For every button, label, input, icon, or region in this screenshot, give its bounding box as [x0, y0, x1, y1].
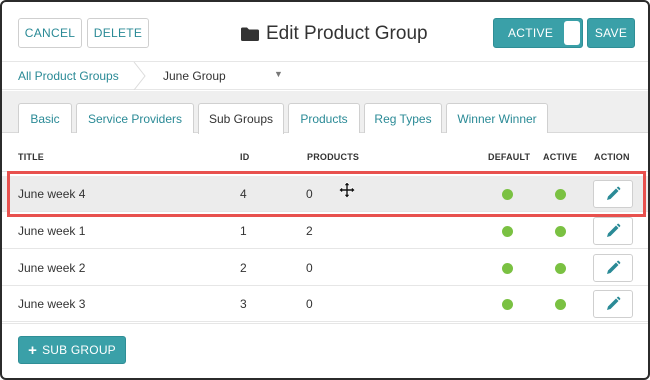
tab-reg-types[interactable]: Reg Types [364, 103, 442, 133]
table-row[interactable]: June week 1 1 2 [2, 213, 648, 249]
folder-icon [240, 26, 260, 42]
active-status-dot [555, 189, 566, 200]
row-id: 2 [240, 261, 247, 275]
header-bar: CANCEL DELETE Edit Product Group ACTIVE … [2, 2, 648, 62]
column-default: DEFAULT [488, 152, 531, 162]
active-toggle[interactable]: ACTIVE [493, 18, 583, 48]
pencil-icon [607, 260, 621, 274]
chevron-down-icon[interactable]: ▼ [274, 69, 283, 79]
row-products: 0 [306, 187, 313, 201]
default-status-dot [502, 226, 513, 237]
active-status-dot [555, 226, 566, 237]
row-title: June week 1 [18, 224, 86, 238]
tab-service-providers[interactable]: Service Providers [76, 103, 194, 133]
move-cursor-icon [338, 181, 356, 199]
default-status-dot [502, 263, 513, 274]
breadcrumb: All Product Groups June Group ▼ [2, 61, 648, 91]
row-title: June week 3 [18, 297, 86, 311]
save-button[interactable]: SAVE [587, 18, 635, 48]
default-status-dot [502, 299, 513, 310]
toggle-knob [564, 21, 580, 45]
default-status-dot [502, 189, 513, 200]
tab-winner-winner[interactable]: Winner Winner [446, 103, 548, 133]
table-row[interactable]: June week 3 3 0 [2, 286, 648, 322]
edit-button[interactable] [593, 217, 633, 245]
row-products: 0 [306, 261, 313, 275]
column-id: ID [240, 152, 250, 162]
tab-basic[interactable]: Basic [18, 103, 72, 133]
pencil-icon [607, 186, 621, 200]
active-status-dot [555, 299, 566, 310]
table-row[interactable]: June week 4 4 0 [2, 176, 648, 212]
breadcrumb-all-product-groups[interactable]: All Product Groups [18, 69, 119, 83]
page-title: Edit Product Group [266, 23, 428, 44]
column-active: ACTIVE [543, 152, 578, 162]
edit-button[interactable] [593, 290, 633, 318]
active-toggle-label: ACTIVE [508, 26, 554, 40]
active-status-dot [555, 263, 566, 274]
column-title: TITLE [18, 152, 44, 162]
row-id: 1 [240, 224, 247, 238]
pencil-icon [607, 223, 621, 237]
tab-products[interactable]: Products [288, 103, 360, 133]
tabs-bar: Basic Service Providers Sub Groups Produ… [2, 91, 648, 134]
row-products: 2 [306, 224, 313, 238]
page-title-group: Edit Product Group [240, 20, 428, 48]
edit-product-group-window: CANCEL DELETE Edit Product Group ACTIVE … [0, 0, 650, 380]
row-products: 0 [306, 297, 313, 311]
edit-button[interactable] [593, 180, 633, 208]
table-row[interactable]: June week 2 2 0 [2, 250, 648, 286]
breadcrumb-current-group[interactable]: June Group [163, 69, 226, 83]
pencil-icon [607, 296, 621, 310]
row-id: 3 [240, 297, 247, 311]
cancel-button[interactable]: CANCEL [18, 18, 82, 48]
edit-button[interactable] [593, 254, 633, 282]
row-title: June week 2 [18, 261, 86, 275]
add-sub-group-button[interactable]: + SUB GROUP [18, 336, 126, 364]
row-title: June week 4 [18, 187, 86, 201]
add-sub-group-label: SUB GROUP [42, 343, 116, 357]
column-action: ACTION [594, 152, 630, 162]
footer-divider [2, 323, 648, 324]
plus-icon: + [28, 341, 38, 359]
row-id: 4 [240, 187, 247, 201]
delete-button[interactable]: DELETE [87, 18, 149, 48]
tab-sub-groups[interactable]: Sub Groups [198, 103, 284, 134]
column-products: PRODUCTS [307, 152, 360, 162]
breadcrumb-separator-icon [132, 61, 148, 91]
table-header: TITLE ID PRODUCTS DEFAULT ACTIVE ACTION [2, 134, 648, 172]
